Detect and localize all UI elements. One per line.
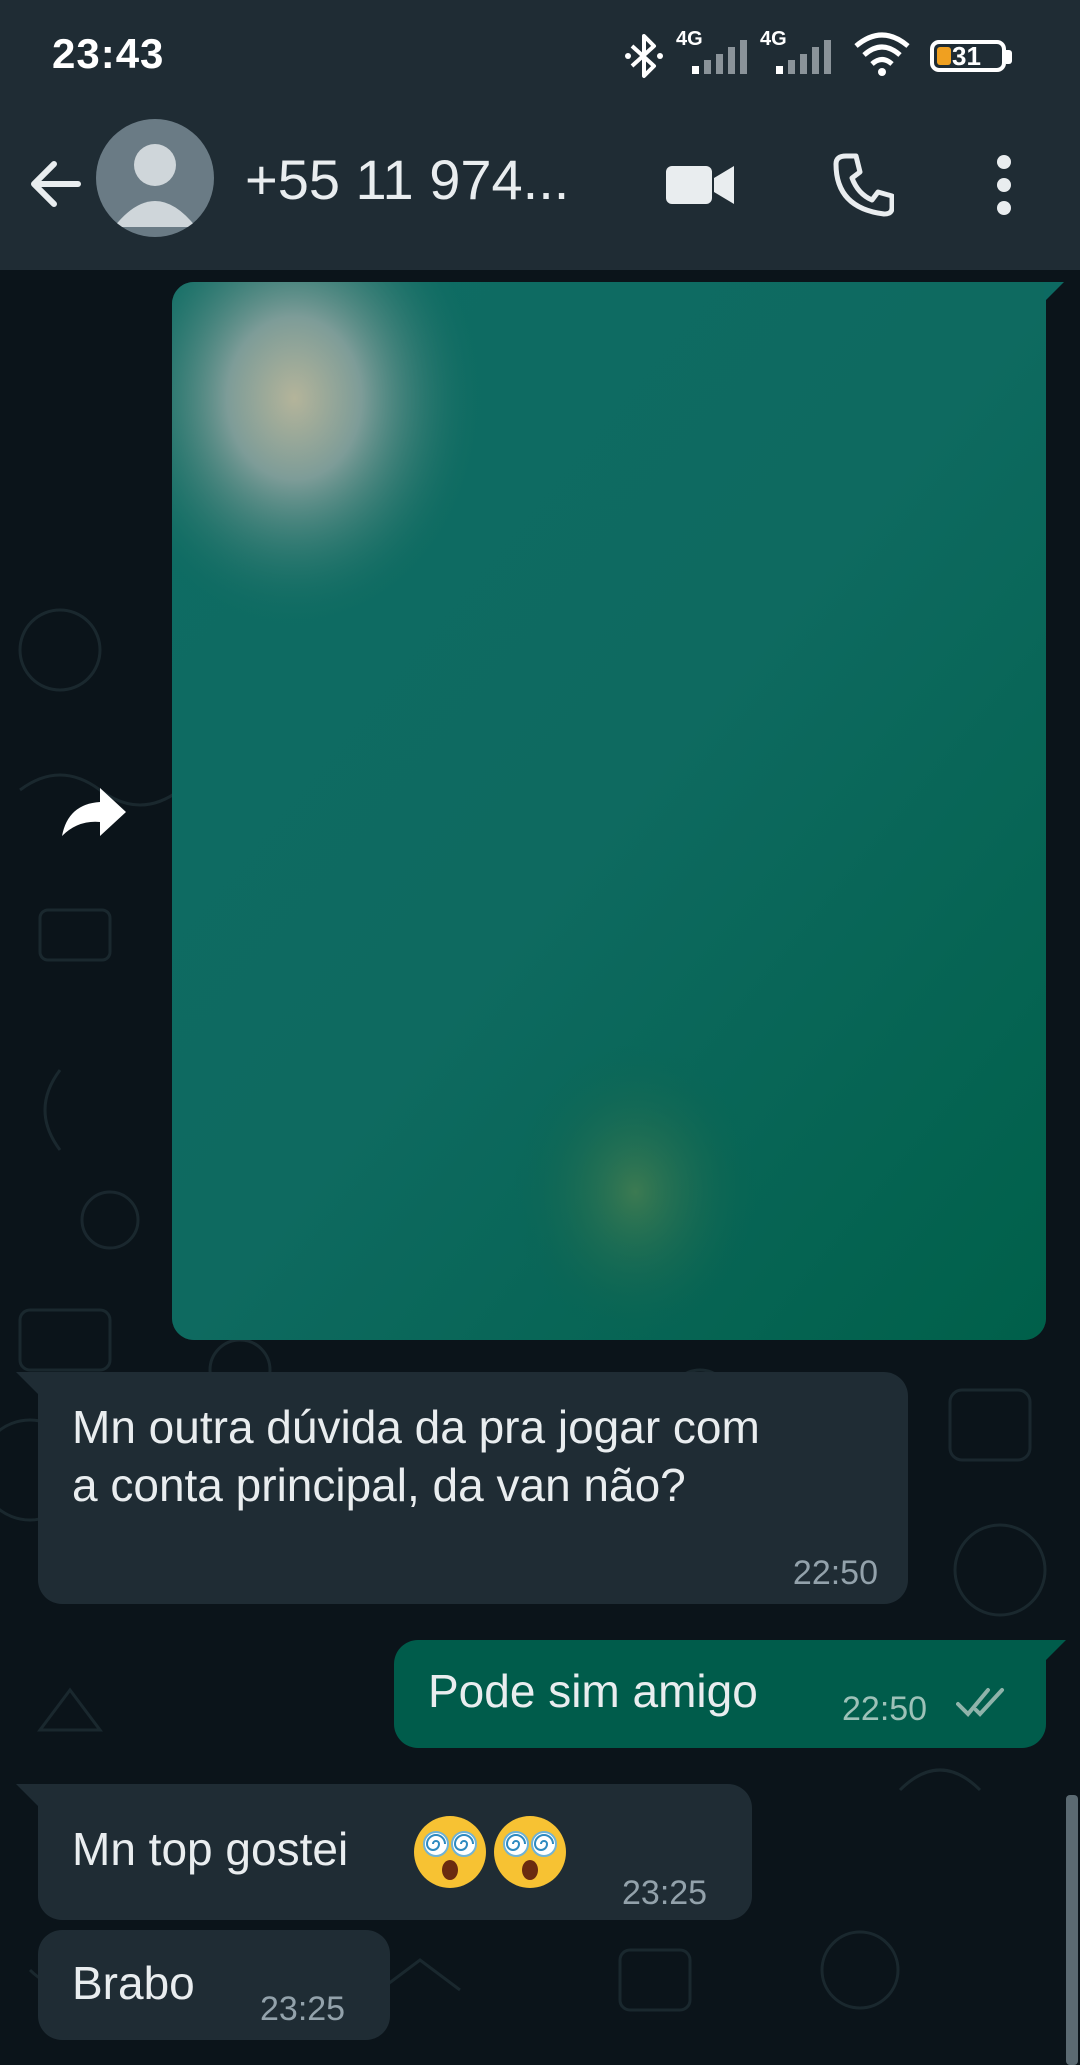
- message-text: Mn top gostei: [72, 1823, 349, 1875]
- message-time: 22:50: [842, 1690, 928, 1728]
- contact-name[interactable]: +55 11 974...: [245, 147, 569, 212]
- battery-level: [937, 47, 951, 65]
- media-message[interactable]: [172, 282, 1046, 1340]
- chat-header: +55 11 974...: [0, 112, 1080, 270]
- bubble-tail: [1044, 282, 1064, 302]
- message-text: Mn outra dúvida da pra jogar com: [72, 1401, 760, 1453]
- bluetooth-icon: [625, 34, 663, 78]
- incoming-message[interactable]: Brabo 23:25: [38, 1930, 390, 2040]
- signal-icon: [776, 40, 831, 74]
- blurred-image[interactable]: [172, 282, 1046, 1340]
- forward-icon[interactable]: [48, 770, 136, 858]
- message-time: 23:25: [622, 1874, 708, 1912]
- phone-icon[interactable]: [832, 152, 894, 218]
- bubble-tail: [1044, 1640, 1066, 1662]
- message-text: Pode sim amigo: [428, 1665, 758, 1717]
- outgoing-message[interactable]: Pode sim amigo 22:50: [394, 1640, 1046, 1748]
- message-text: a conta principal, da van não?: [72, 1459, 686, 1511]
- message-time: 23:25: [260, 1990, 346, 2028]
- dizzy-face-emoji: [414, 1816, 486, 1888]
- status-time: 23:43: [52, 30, 165, 77]
- signal-indicator-2: 4G: [760, 28, 850, 76]
- signal-indicator-1: 4G: [676, 28, 766, 76]
- dizzy-face-emoji: [494, 1816, 566, 1888]
- more-vertical-icon[interactable]: [992, 152, 1016, 218]
- bubble-tail: [16, 1372, 38, 1394]
- scrollbar[interactable]: [1066, 1795, 1078, 2065]
- signal-icon: [692, 40, 747, 74]
- incoming-message[interactable]: Mn top gostei 23:25: [38, 1784, 752, 1920]
- bubble-tail: [16, 1784, 38, 1806]
- double-check-icon: [956, 1688, 1004, 1717]
- chat-screen: 23:43 4G 4G 31 +55 11 974... Mn outra dú…: [0, 0, 1080, 2065]
- avatar-icon: [114, 144, 196, 227]
- battery-percent: 31: [952, 41, 981, 71]
- video-call-icon[interactable]: [664, 160, 736, 210]
- incoming-message[interactable]: Mn outra dúvida da pra jogar com a conta…: [38, 1372, 908, 1604]
- message-text: Brabo: [72, 1957, 195, 2009]
- message-time: 22:50: [792, 1554, 878, 1592]
- back-arrow-icon[interactable]: [26, 154, 86, 214]
- wifi-icon: [854, 32, 910, 76]
- avatar[interactable]: [96, 119, 214, 237]
- battery-tip: [1006, 50, 1012, 64]
- status-bar: 23:43 4G 4G 31: [0, 0, 1080, 112]
- battery-icon: 31: [930, 40, 1006, 72]
